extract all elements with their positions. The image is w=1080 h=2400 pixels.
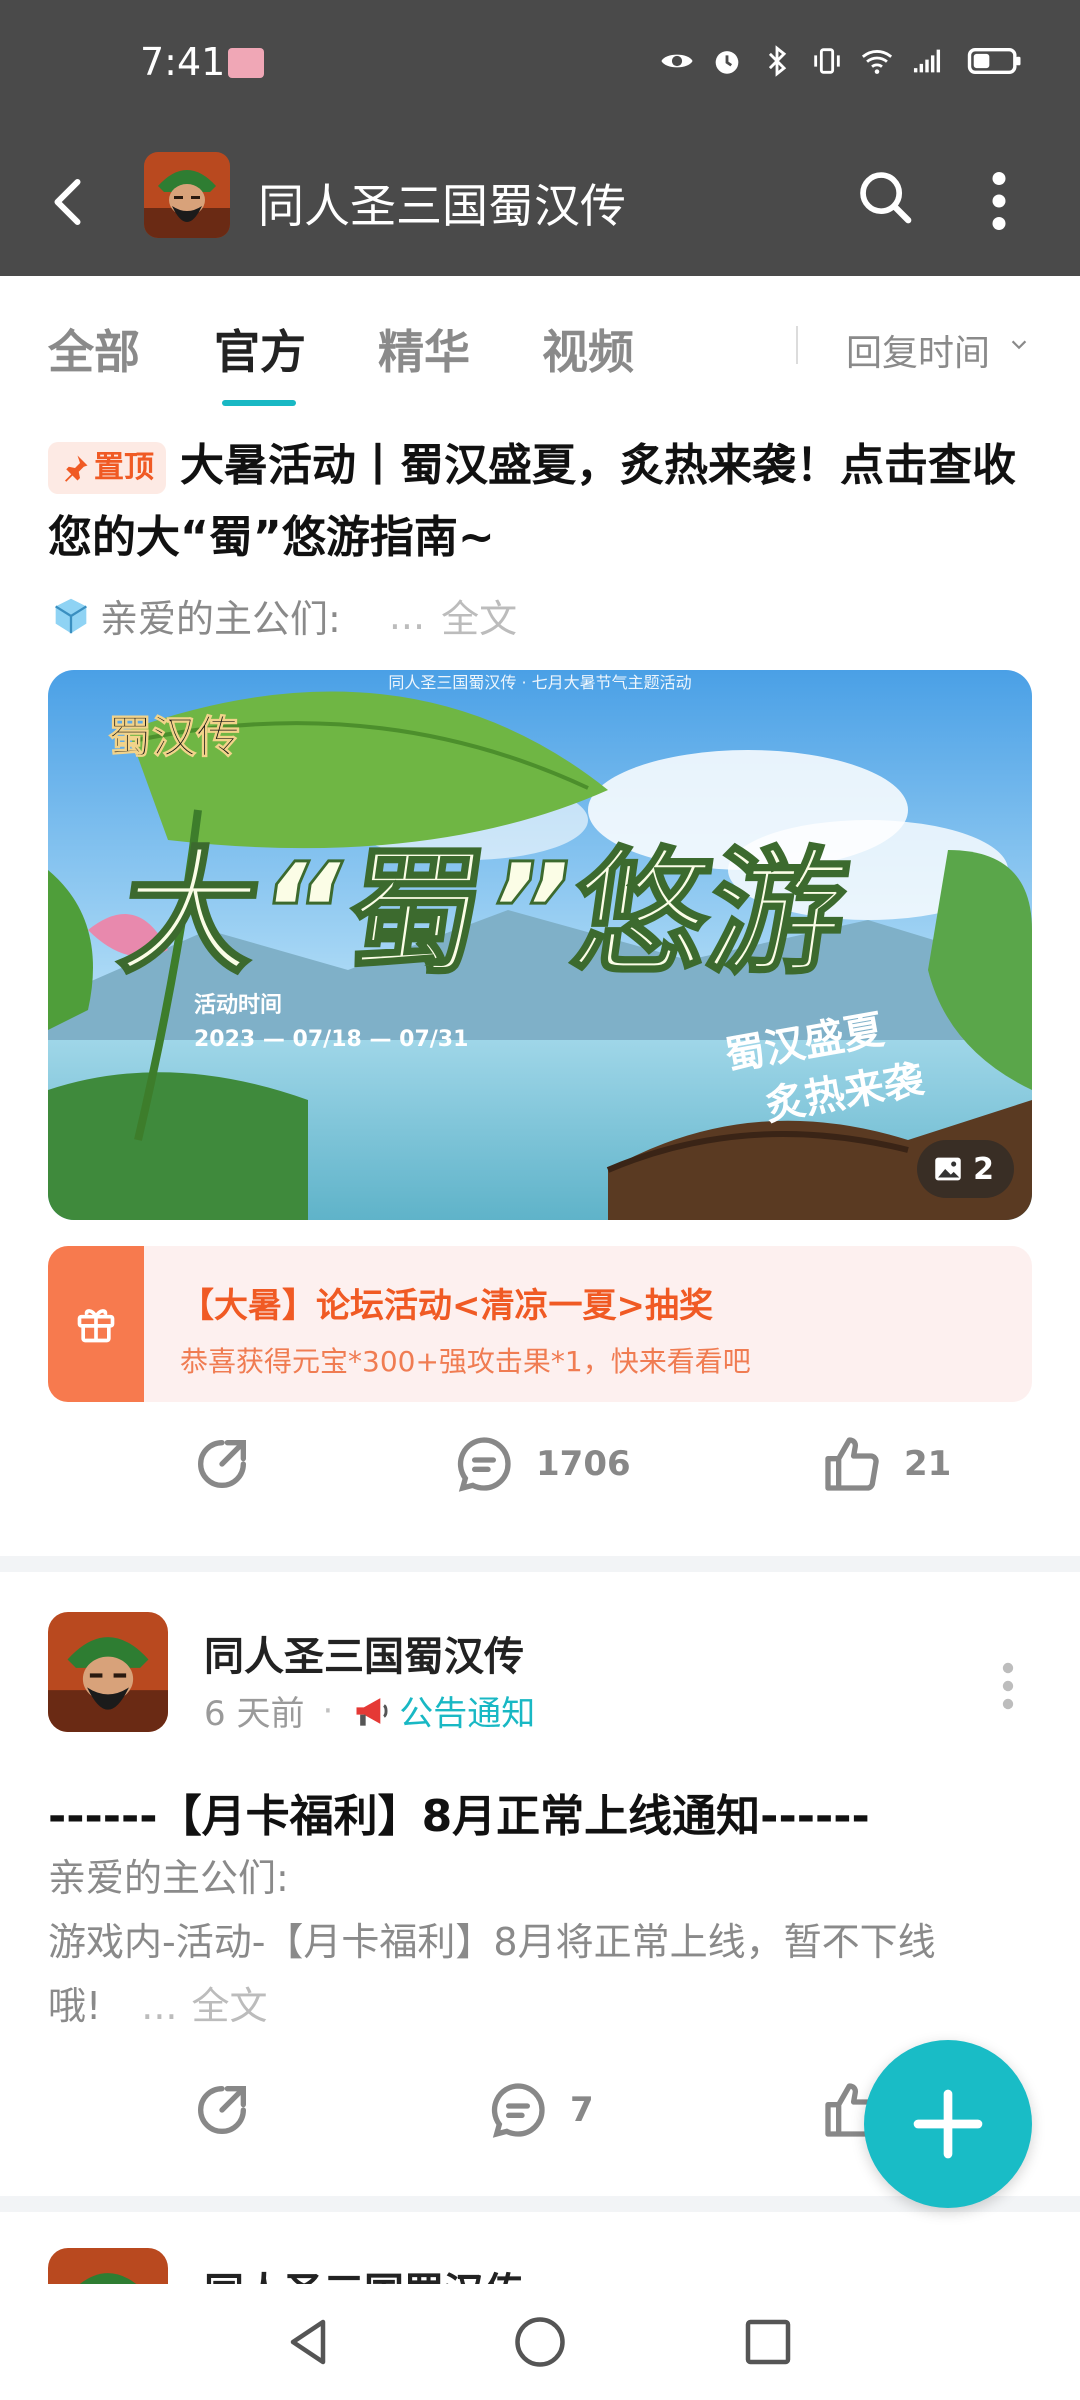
ice-cube-icon	[55, 598, 87, 633]
post-ellipsis: ...	[141, 1984, 178, 2028]
plus-icon	[913, 2089, 983, 2159]
banner-logo-text: 蜀汉传	[108, 712, 240, 763]
post-full-text-link[interactable]: 全文	[191, 1984, 267, 2028]
comment-icon	[491, 2083, 545, 2138]
game-logo[interactable]	[144, 152, 230, 238]
like-button[interactable]: 21	[820, 1432, 951, 1496]
nav-recents-icon[interactable]	[738, 2312, 798, 2372]
pinned-badge: 置顶	[48, 442, 166, 494]
filter-tabs: 全部 官方 精华 视频 回复时间	[0, 276, 1080, 406]
share-button[interactable]	[190, 2078, 254, 2142]
system-nav-bar	[0, 2284, 1080, 2400]
status-icons	[660, 44, 1030, 78]
like-count: 21	[904, 1444, 952, 1484]
app-bar: 同人圣三国蜀汉传	[0, 130, 1080, 276]
tab-official[interactable]: 官方	[214, 316, 306, 382]
tab-all[interactable]: 全部	[48, 316, 140, 382]
pinned-badge-label: 置顶	[94, 450, 154, 485]
active-tab-indicator	[222, 400, 296, 406]
eye-icon	[661, 54, 693, 68]
comment-button[interactable]: 1706	[452, 1432, 631, 1496]
next-post-preview[interactable]: 同人圣三国蜀汉传	[0, 2244, 1080, 2284]
comment-count: 1706	[536, 1444, 631, 1484]
create-post-button[interactable]	[864, 2040, 1032, 2208]
comment-count: 7	[570, 2090, 594, 2130]
bluetooth-icon	[768, 45, 787, 77]
pinned-full-text-link[interactable]: 全文	[441, 588, 517, 643]
post-divider	[0, 1556, 1080, 1572]
author-avatar[interactable]	[48, 1612, 168, 1732]
gift-block	[48, 1246, 144, 1402]
tab-featured[interactable]: 精华	[378, 316, 470, 382]
pinned-post-excerpt: 亲爱的主公们: ... 全文	[48, 588, 1032, 643]
app-root: 7:41 同人圣三国蜀汉传 全部 官方 精华 视频 回复时间 置顶 大暑活动丨蜀…	[0, 0, 1080, 2400]
app-title: 同人圣三国蜀汉传	[258, 179, 626, 233]
banner-headline: 大“蜀”悠游	[111, 835, 856, 993]
pinned-excerpt-text: 亲爱的主公们:	[100, 597, 341, 641]
author-name[interactable]: 同人圣三国蜀汉传	[204, 1624, 524, 1682]
status-time: 7:41	[140, 40, 226, 84]
banner-time-range: 2023 — 07/18 — 07/31	[194, 1027, 468, 1052]
pinned-post-title[interactable]: 置顶 大暑活动丨蜀汉盛夏，炙热来袭！点击查收您的大“蜀”悠游指南~	[48, 430, 1032, 574]
author-avatar[interactable]	[48, 2248, 168, 2284]
search-icon[interactable]	[854, 166, 916, 228]
comment-button[interactable]: 7	[486, 2078, 594, 2142]
post-body-line2: 游戏内-活动-【月卡福利】8月将正常上线，暂不下线哦!... 全文	[48, 1910, 1038, 2038]
post-meta: 6 天前 · 公告通知	[204, 1686, 535, 1735]
wifi-icon	[861, 50, 893, 74]
vibrate-icon	[814, 48, 840, 74]
tabs-divider	[796, 326, 798, 364]
gift-icon	[77, 1309, 115, 1343]
post-body-line1: 亲爱的主公们:	[48, 1856, 289, 1900]
pin-icon	[65, 455, 88, 482]
chevron-down-icon[interactable]	[1008, 334, 1030, 356]
back-arrow-icon[interactable]	[40, 172, 100, 232]
banner-top-caption: 同人圣三国蜀汉传 · 七月大暑节气主题活动	[388, 673, 691, 692]
image-count-badge: 2	[917, 1140, 1014, 1198]
comment-icon	[457, 1437, 511, 1492]
lottery-title: 【大暑】论坛活动<清凉一夏>抽奖	[180, 1286, 713, 1326]
image-icon	[935, 1157, 961, 1181]
thumbs-up-icon	[825, 1437, 879, 1491]
status-bar: 7:41	[0, 0, 1080, 130]
nav-home-icon[interactable]	[510, 2312, 570, 2372]
image-count: 2	[973, 1151, 994, 1187]
lottery-card[interactable]: 【大暑】论坛活动<清凉一夏>抽奖 恭喜获得元宝*300+强攻击果*1，快来看看吧	[48, 1246, 1032, 1402]
pinned-post[interactable]: 置顶 大暑活动丨蜀汉盛夏，炙热来袭！点击查收您的大“蜀”悠游指南~ 亲爱的主公们…	[48, 430, 1032, 643]
pinned-post-title-text: 大暑活动丨蜀汉盛夏，炙热来袭！点击查收您的大“蜀”悠游指南~	[48, 440, 1016, 563]
author-name[interactable]: 同人圣三国蜀汉传	[204, 2260, 524, 2284]
pinned-ellipsis: ...	[388, 593, 426, 638]
post-body-line2-text: 游戏内-活动-【月卡福利】8月将正常上线，暂不下线哦!	[48, 1920, 936, 2028]
signal-icon	[913, 49, 941, 73]
post-title[interactable]: ------【月卡福利】8月正常上线通知------	[48, 1780, 870, 1844]
share-button[interactable]	[190, 1432, 254, 1496]
lottery-subtitle: 恭喜获得元宝*300+强攻击果*1，快来看看吧	[180, 1345, 751, 1378]
notification-icon	[228, 48, 264, 78]
megaphone-icon	[356, 1697, 388, 1726]
event-banner-image[interactable]: 蜀汉传 同人圣三国蜀汉传 · 七月大暑节气主题活动 大“蜀”悠游 活动时间 20…	[48, 670, 1032, 1220]
meta-separator: ·	[322, 1690, 334, 1731]
battery-icon	[967, 47, 1021, 75]
post-body: 亲爱的主公们: 游戏内-活动-【月卡福利】8月将正常上线，暂不下线哦!... 全文	[48, 1846, 1038, 2038]
tab-video[interactable]: 视频	[542, 316, 634, 382]
share-icon	[198, 2086, 246, 2134]
banner-time-label: 活动时间	[194, 993, 282, 1018]
pinned-post-actions: 1706 21	[0, 1432, 1080, 1522]
post-more-icon[interactable]	[996, 1660, 1020, 1712]
post-category[interactable]: 公告通知	[399, 1686, 535, 1735]
sort-dropdown[interactable]: 回复时间	[846, 324, 990, 376]
post-time: 6 天前	[204, 1694, 305, 1734]
alarm-icon	[715, 51, 739, 74]
nav-back-icon[interactable]	[278, 2312, 338, 2372]
more-options-icon[interactable]	[974, 166, 1024, 236]
share-icon	[198, 1440, 246, 1488]
